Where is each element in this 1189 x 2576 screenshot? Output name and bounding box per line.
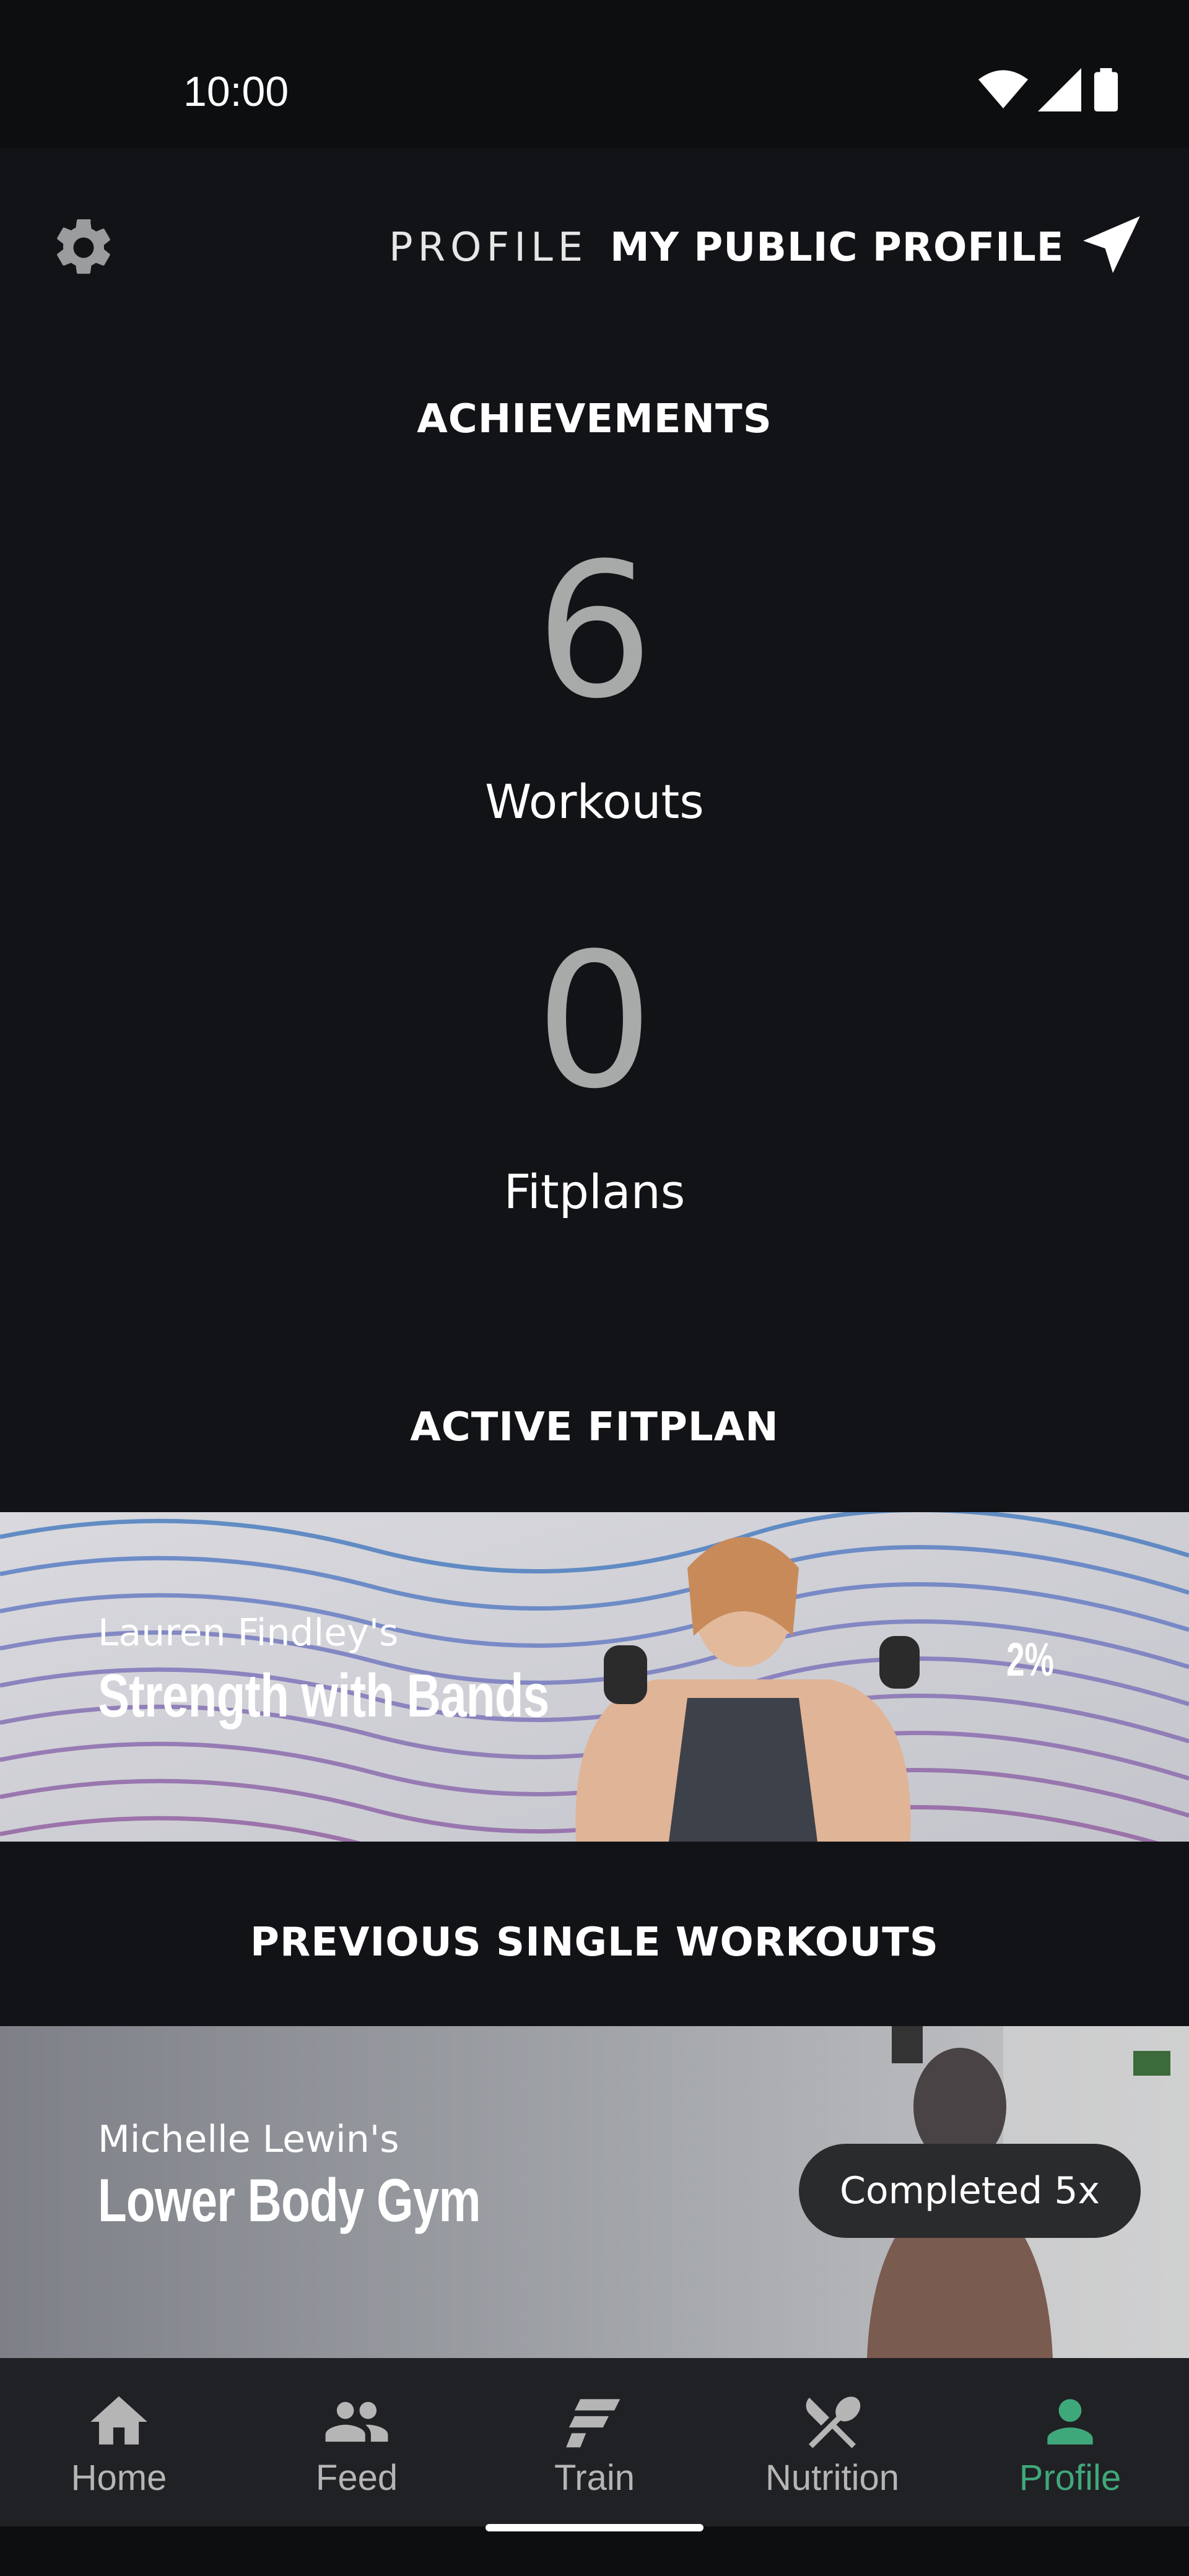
fitplan-owner: Lauren Findley's [98,1611,399,1655]
nav-nutrition[interactable]: Nutrition [713,2358,951,2526]
fitplans-count: 0 [535,913,654,1129]
gesture-handle[interactable] [486,2524,703,2531]
completed-badge: Completed 5x [799,2144,1141,2238]
fitplan-name: Strength with Bands [98,1661,549,1730]
gear-icon [57,219,110,274]
nav-nutrition-label: Nutrition [765,2458,899,2498]
wifi-icon [978,70,1028,108]
nav-profile-label: Profile [1019,2458,1121,2498]
settings-button[interactable] [50,214,118,282]
workout-owner: Michelle Lewin's [98,2118,399,2161]
share-button[interactable] [1081,214,1149,282]
active-fitplan-title: ACTIVE FITPLAN [410,1404,779,1450]
tab-my-public-profile[interactable]: MY PUBLIC PROFILE [610,223,1064,272]
active-fitplan-card[interactable]: Lauren Findley's Strength with Bands 2% [0,1512,1189,1842]
gesture-area [0,2526,1189,2576]
nav-feed[interactable]: Feed [238,2358,476,2526]
train-icon [566,2399,621,2448]
battery-icon [1094,68,1118,111]
workouts-label: Workouts [485,774,704,829]
nav-home[interactable]: Home [0,2358,238,2526]
fork-knife-icon [806,2396,861,2448]
bottom-navigation: Home Feed Train Nutrition Profile [0,2358,1189,2526]
workouts-count: 6 [535,523,654,739]
status-icons [978,68,1139,118]
tab-profile[interactable]: PROFILE [389,223,588,272]
workout-name: Lower Body Gym [98,2166,481,2234]
people-icon [325,2401,388,2442]
signal-icon [1038,68,1081,111]
status-time: 10:00 [183,68,289,115]
nav-feed-label: Feed [315,2458,398,2498]
nav-profile[interactable]: Profile [951,2358,1189,2526]
home-icon [90,2396,147,2445]
send-icon [1083,216,1140,273]
nav-train-label: Train [554,2458,635,2498]
nav-train[interactable]: Train [476,2358,713,2526]
nav-home-label: Home [71,2458,167,2498]
person-icon [1047,2399,1093,2445]
status-bar: 10:00 [0,0,1189,149]
fitplan-progress: 2% [1006,1634,1054,1686]
previous-workout-card[interactable]: Michelle Lewin's Lower Body Gym Complete… [0,2026,1189,2358]
previous-workouts-title: PREVIOUS SINGLE WORKOUTS [250,1920,939,1965]
achievements-title: ACHIEVEMENTS [417,396,772,442]
profile-header: PROFILE MY PUBLIC PROFILE [0,149,1189,347]
fitplans-label: Fitplans [503,1164,686,1219]
